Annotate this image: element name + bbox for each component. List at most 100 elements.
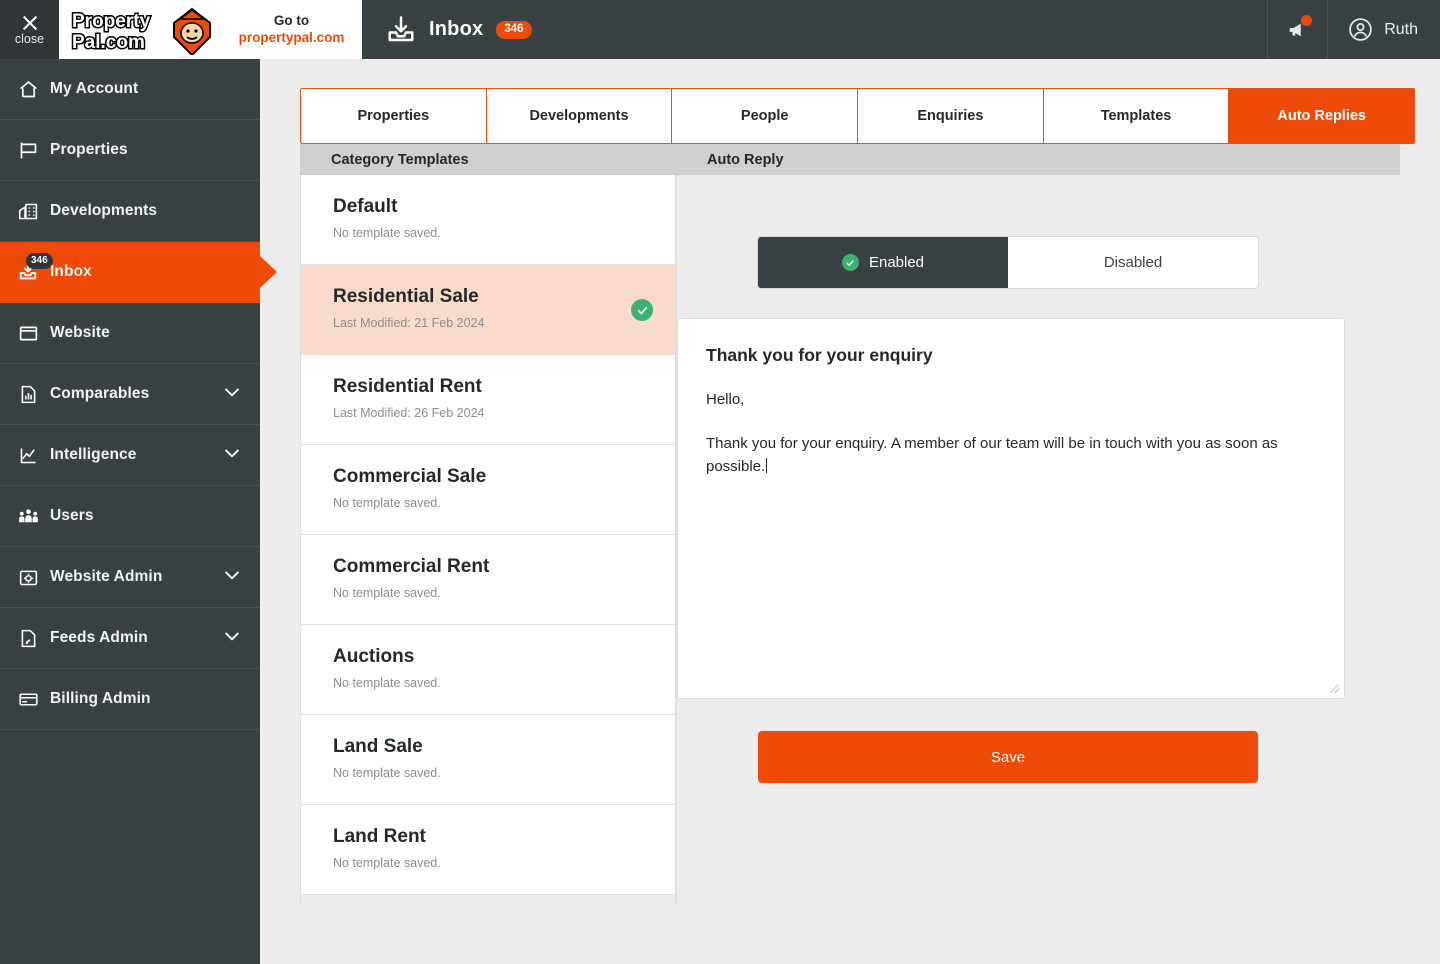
section-tabs: Properties Developments People Enquiries… — [300, 88, 1415, 144]
template-list-item-residential-sale[interactable]: Residential Sale Last Modified: 21 Feb 2… — [301, 265, 675, 355]
category-templates-panel: Category Templates Default No template s… — [300, 144, 676, 904]
textarea-resize-handle[interactable] — [1330, 684, 1339, 693]
template-name: Auctions — [333, 646, 415, 667]
line-chart-icon — [14, 445, 42, 466]
inbox-icon — [388, 15, 414, 41]
template-name: Residential Rent — [333, 376, 482, 397]
auto-reply-body: Enabled Disabled Thank you for your enqu… — [676, 175, 1400, 904]
template-list-item-residential-rent[interactable]: Residential Rent Last Modified: 26 Feb 2… — [301, 355, 675, 445]
template-status: Last Modified: 21 Feb 2024 — [333, 316, 485, 330]
sidebar-item-label: My Account — [50, 80, 139, 97]
tab-developments[interactable]: Developments — [486, 89, 673, 143]
template-name: Commercial Sale — [333, 466, 487, 487]
close-button-label: close — [14, 31, 45, 46]
sidebar-item-developments[interactable]: Developments — [0, 181, 260, 242]
auto-reply-toggle-group: Enabled Disabled — [758, 237, 1258, 288]
sidebar-item-billing-admin[interactable]: Billing Admin — [0, 669, 260, 730]
sidebar-item-website[interactable]: Website — [0, 303, 260, 364]
sidebar-item-label: Website — [50, 324, 110, 341]
chevron-down-icon[interactable] — [222, 443, 242, 468]
category-templates-heading: Category Templates — [300, 144, 676, 175]
sidebar-item-inbox[interactable]: 346 Inbox — [0, 242, 277, 303]
sidebar-item-label: Comparables — [50, 385, 150, 402]
chevron-down-icon[interactable] — [222, 565, 242, 590]
tab-enquiries[interactable]: Enquiries — [858, 89, 1044, 143]
tab-properties[interactable]: Properties — [301, 89, 487, 143]
svg-text:Property: Property — [72, 11, 151, 32]
tab-auto-replies[interactable]: Auto Replies — [1229, 89, 1414, 143]
header-inbox-link[interactable]: Inbox 346 — [362, 0, 556, 59]
template-name: Land Sale — [333, 736, 423, 757]
sidebar-item-label: Developments — [50, 202, 158, 219]
top-header: close Property Property Pal.com Pal.com … — [0, 0, 1440, 59]
category-templates-list[interactable]: Default No template saved. Residential S… — [300, 175, 676, 904]
tab-templates[interactable]: Templates — [1043, 89, 1230, 143]
buildings-icon — [14, 201, 42, 222]
sidebar-item-label: Properties — [50, 141, 128, 158]
template-status: No template saved. — [333, 676, 441, 690]
save-button[interactable]: Save — [758, 731, 1258, 783]
template-name: Residential Sale — [333, 286, 479, 307]
close-button[interactable]: close — [0, 0, 59, 59]
browser-icon — [14, 323, 42, 344]
template-list-item-commercial-sale[interactable]: Commercial Sale No template saved. — [301, 445, 675, 535]
sidebar-item-website-admin[interactable]: Website Admin — [0, 547, 260, 608]
template-list-item-land-rent[interactable]: Land Rent No template saved. — [301, 805, 675, 895]
sign-icon — [14, 140, 42, 161]
chevron-down-icon[interactable] — [222, 382, 242, 407]
brand-logo-area[interactable]: Property Property Pal.com Pal.com Go to … — [59, 0, 362, 59]
goto-propertypal-link[interactable]: Go to propertypal.com — [221, 13, 362, 47]
people-icon — [14, 505, 42, 528]
template-status: No template saved. — [333, 766, 441, 780]
sidebar-navigation: My Account Properties Developments 346 I… — [0, 59, 277, 964]
header-inbox-count-badge: 346 — [496, 20, 532, 39]
auto-reply-body-span: Thank you for your enquiry. A member of … — [706, 435, 1278, 475]
template-list-item-default[interactable]: Default No template saved. — [301, 175, 675, 265]
tab-people[interactable]: People — [672, 89, 859, 143]
propertypal-logo-icon: Property Property Pal.com Pal.com — [71, 7, 211, 55]
chevron-down-icon[interactable] — [222, 626, 242, 651]
template-status: No template saved. — [333, 226, 441, 240]
sidebar-item-label: Billing Admin — [50, 690, 151, 707]
sidebar-item-intelligence[interactable]: Intelligence — [0, 425, 260, 486]
goto-url: propertypal.com — [238, 29, 345, 45]
sidebar-inbox-badge: 346 — [26, 253, 53, 269]
template-name: Commercial Rent — [333, 556, 490, 577]
toggle-enabled-button[interactable]: Enabled — [758, 237, 1008, 288]
sidebar-item-comparables[interactable]: Comparables — [0, 364, 260, 425]
inbox-icon: 346 — [14, 253, 53, 283]
home-icon — [14, 79, 42, 100]
sidebar-item-label: Intelligence — [50, 446, 137, 463]
toggle-disabled-button[interactable]: Disabled — [1008, 237, 1258, 288]
main-content: Properties Developments People Enquiries… — [260, 59, 1440, 964]
close-icon — [21, 14, 39, 32]
template-list-item-auctions[interactable]: Auctions No template saved. — [301, 625, 675, 715]
sidebar-item-properties[interactable]: Properties — [0, 120, 260, 181]
header-spacer — [556, 0, 1268, 59]
sidebar-item-label: Feeds Admin — [50, 629, 148, 646]
template-status: No template saved. — [333, 586, 441, 600]
toggle-enabled-label: Enabled — [868, 254, 925, 271]
template-list-item-land-sale[interactable]: Land Sale No template saved. — [301, 715, 675, 805]
announcements-button[interactable] — [1267, 0, 1327, 59]
sidebar-item-label: Users — [50, 507, 94, 524]
user-menu[interactable]: Ruth — [1327, 0, 1440, 59]
svg-text:Pal.com: Pal.com — [72, 32, 145, 53]
text-caret — [766, 458, 768, 473]
template-saved-check-icon — [631, 299, 653, 321]
sidebar-item-feeds-admin[interactable]: Feeds Admin — [0, 608, 260, 669]
sidebar-item-users[interactable]: Users — [0, 486, 260, 547]
auto-reply-greeting: Hello, — [706, 391, 745, 408]
user-name-label: Ruth — [1384, 20, 1418, 38]
template-list-item-commercial-rent[interactable]: Commercial Rent No template saved. — [301, 535, 675, 625]
template-name: Default — [333, 196, 398, 217]
auto-reply-editor[interactable]: Thank you for your enquiry Hello, Thank … — [677, 318, 1345, 699]
chart-doc-icon — [14, 384, 42, 405]
auto-reply-panel: Auto Reply Enabled Disabled Thank you fo… — [676, 144, 1400, 904]
sidebar-item-label: Website Admin — [50, 568, 163, 585]
toggle-disabled-label: Disabled — [1103, 254, 1163, 271]
goto-label: Go to — [273, 12, 310, 28]
notification-dot — [1301, 15, 1313, 26]
sidebar-item-my-account[interactable]: My Account — [0, 59, 260, 120]
gear-folder-icon — [14, 567, 42, 588]
